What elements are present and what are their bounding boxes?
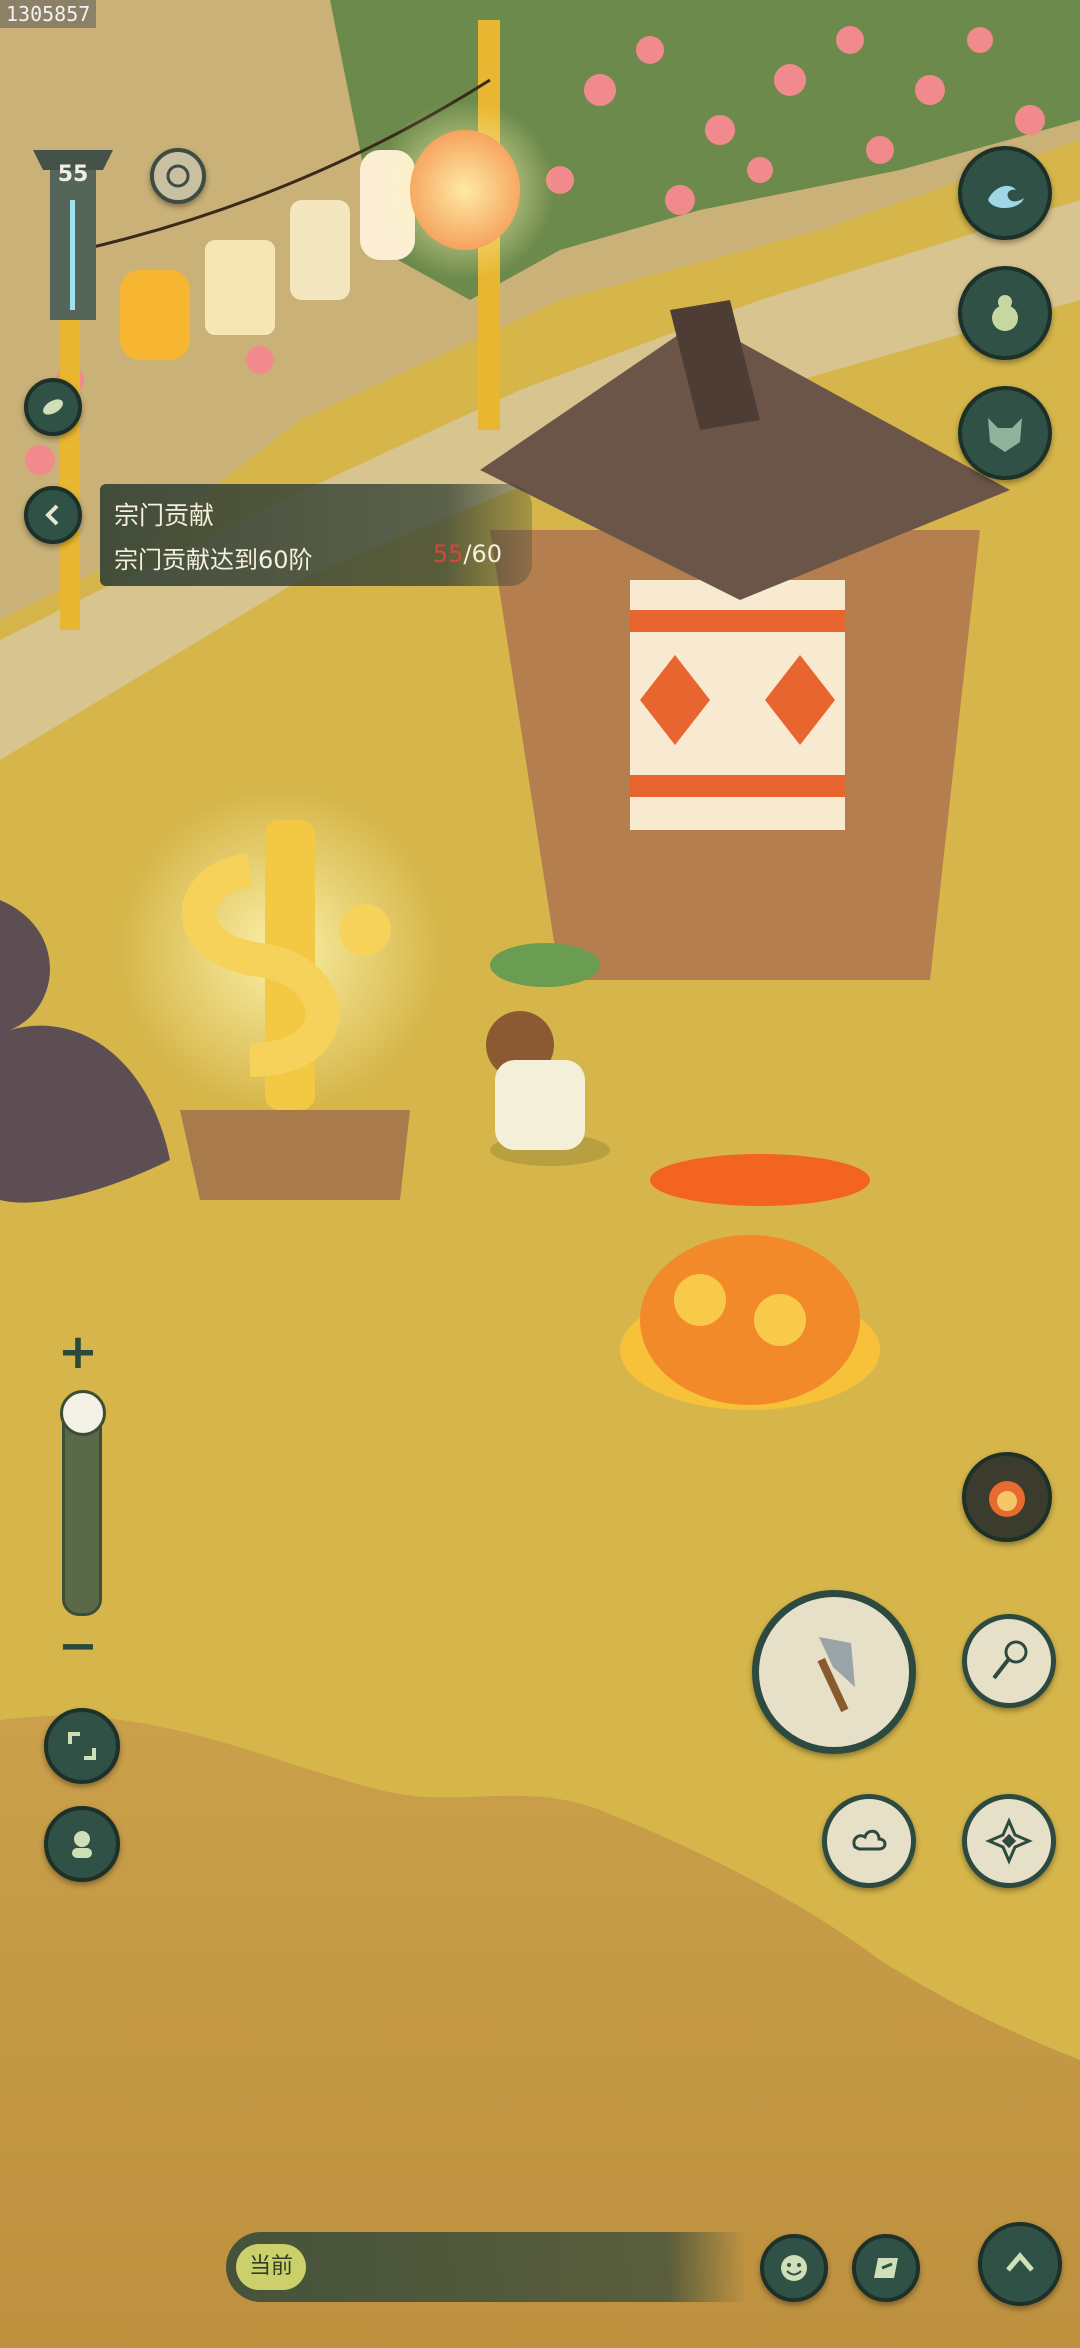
up-arrow-icon (1006, 2252, 1034, 2272)
leaf-icon (43, 399, 63, 415)
quest-panel[interactable]: 宗门贡献 宗门贡献达到60阶 55/60 (100, 484, 532, 586)
back-button[interactable] (24, 486, 82, 544)
cloud-skill-button[interactable] (822, 1794, 916, 1888)
emoji-button[interactable] (760, 2234, 828, 2302)
expand-button[interactable] (44, 1708, 120, 1784)
zoom-in-button[interactable]: + (50, 1324, 106, 1380)
lion-dance-button[interactable] (962, 1452, 1052, 1542)
refresh-icon (166, 164, 190, 188)
character-button[interactable] (44, 1806, 120, 1882)
chat-bar[interactable]: 当前 (226, 2232, 746, 2302)
quick-chat-icon (874, 2258, 898, 2278)
cloud-icon (852, 1829, 887, 1851)
emoji-icon (781, 2255, 807, 2281)
level-number: 55 (57, 162, 89, 187)
net-icon (992, 1640, 1028, 1680)
shuriken-button[interactable] (962, 1794, 1056, 1888)
quest-title: 宗门贡献 (114, 501, 215, 530)
net-button[interactable] (962, 1614, 1056, 1708)
expand-icon (68, 1732, 96, 1760)
game-scene (0, 0, 1080, 2348)
zoom-slider-knob[interactable] (60, 1390, 106, 1436)
wave-icon (988, 185, 1024, 209)
gourd-button[interactable] (958, 266, 1052, 360)
chat-channel-label[interactable]: 当前 (236, 2244, 306, 2290)
quest-progress-current: 55 (432, 540, 464, 568)
quest-progress: 55/60 (433, 540, 502, 568)
refresh-button[interactable] (150, 148, 206, 204)
user-id-label: 1305857 (0, 0, 97, 28)
zoom-out-button[interactable]: − (50, 1618, 106, 1674)
quest-description: 宗门贡献达到60阶 (114, 546, 313, 574)
demon-mask-icon (988, 418, 1022, 452)
shuriken-icon (985, 1817, 1033, 1865)
quick-chat-button[interactable] (852, 2234, 920, 2302)
zoom-slider[interactable] (60, 1390, 106, 1616)
back-arrow-icon (45, 504, 59, 526)
level-banner[interactable]: 55 (28, 140, 118, 330)
axe-icon (817, 1637, 855, 1713)
axe-action-button[interactable] (752, 1590, 916, 1754)
lion-dance-icon (989, 1481, 1025, 1517)
expand-menu-button[interactable] (978, 2222, 1062, 2306)
wave-skill-button[interactable] (958, 146, 1052, 240)
gourd-icon (992, 295, 1018, 331)
demon-mask-button[interactable] (958, 386, 1052, 480)
quest-progress-total: 60 (471, 540, 502, 568)
character-icon (72, 1831, 92, 1858)
leaf-button[interactable] (24, 378, 82, 436)
